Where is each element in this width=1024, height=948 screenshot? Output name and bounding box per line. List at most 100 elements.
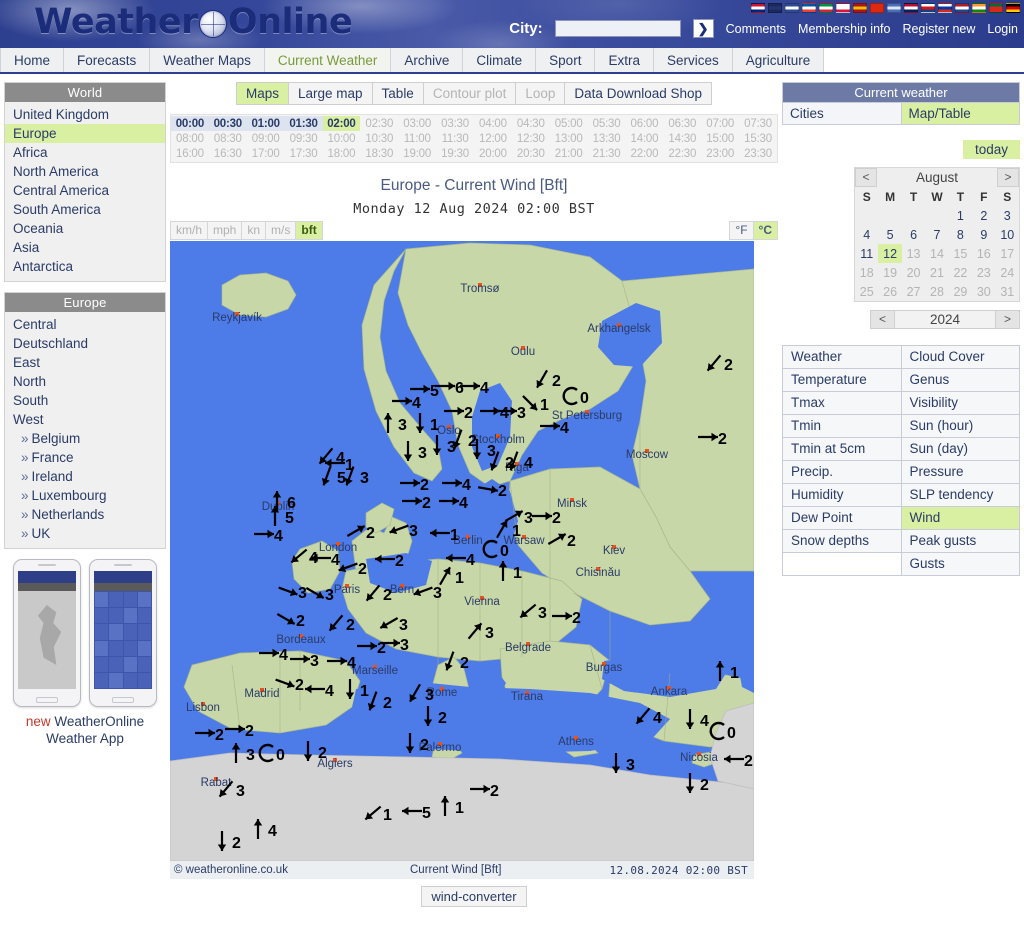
language-flag-strip[interactable] [751,3,1020,13]
world-item-united-kingdom[interactable]: United Kingdom [5,105,165,124]
europe-item-belgium[interactable]: » Belgium [5,429,165,448]
parameter-temperature[interactable]: Temperature [783,369,902,392]
time-cell-1200[interactable]: 12:00 [474,131,512,146]
parameter-visibility[interactable]: Visibility [901,392,1019,415]
nav-item-weather-maps[interactable]: Weather Maps [150,48,265,72]
time-cell-0100[interactable]: 01:00 [246,116,285,131]
temp-unit-celsius[interactable]: °C [753,221,777,239]
calendar-day-6[interactable]: 6 [902,225,925,244]
membership-info-link[interactable]: Membership info [798,22,890,36]
nav-item-home[interactable]: Home [0,48,65,72]
time-cell-1500[interactable]: 15:00 [701,131,740,146]
year-next-button[interactable]: > [995,310,1020,329]
calendar-prev-month-button[interactable]: < [855,168,877,187]
map-tab-data-download-shop[interactable]: Data Download Shop [565,83,712,104]
site-logo[interactable]: Weather Online [34,2,353,42]
time-cell-0730[interactable]: 07:30 [739,116,777,131]
register-new-link[interactable]: Register new [902,22,975,36]
map-tab-table[interactable]: Table [372,83,424,104]
time-cell-0430[interactable]: 04:30 [511,116,550,131]
flag-china[interactable] [870,3,884,13]
temp-unit-fahrenheit[interactable]: °F [730,221,754,239]
europe-item-luxembourg[interactable]: » Luxembourg [5,486,165,505]
parameter-weather[interactable]: Weather [783,346,902,369]
world-item-africa[interactable]: Africa [5,143,165,162]
flag-norway[interactable] [904,3,918,13]
time-cell-1430[interactable]: 14:30 [663,131,702,146]
nav-item-sport[interactable]: Sport [536,48,596,72]
current-weather-tab-cities[interactable]: Cities [783,103,902,124]
parameter-tmin-at-5cm[interactable]: Tmin at 5cm [783,438,902,461]
time-cell-0400[interactable]: 04:00 [474,116,512,131]
parameter-precip[interactable]: Precip. [783,461,902,484]
nav-item-services[interactable]: Services [653,48,733,72]
time-cell-2130[interactable]: 21:30 [587,146,626,161]
parameter-slp-tendency[interactable]: SLP tendency [901,484,1019,507]
flag-italy[interactable] [819,3,833,13]
map-tab-large-map[interactable]: Large map [289,83,373,104]
flag-uk[interactable] [751,3,765,13]
europe-item-west[interactable]: West [5,410,165,429]
time-cell-2030[interactable]: 20:30 [511,146,550,161]
time-cell-1530[interactable]: 15:30 [739,131,777,146]
nav-item-current-weather[interactable]: Current Weather [264,48,392,72]
city-search-submit-button[interactable]: ❯ [692,19,714,38]
today-button[interactable]: today [962,140,1020,159]
time-cell-0800[interactable]: 08:00 [171,131,209,146]
flag-nordic[interactable] [785,3,799,13]
calendar-day-5[interactable]: 5 [878,225,901,244]
time-cell-1730[interactable]: 17:30 [284,146,323,161]
flag-russia[interactable] [938,3,952,13]
nav-item-agriculture[interactable]: Agriculture [732,48,825,72]
speed-unit-bft[interactable]: bft [296,221,322,239]
nav-item-extra[interactable]: Extra [595,48,654,72]
calendar-day-3[interactable]: 3 [996,206,1019,225]
calendar-day-11[interactable]: 11 [855,244,878,263]
time-cell-1000[interactable]: 10:00 [322,131,361,146]
time-cell-0630[interactable]: 06:30 [663,116,702,131]
speed-unit-ms[interactable]: m/s [266,221,297,239]
time-cell-1600[interactable]: 16:00 [171,146,209,161]
europe-item-south[interactable]: South [5,391,165,410]
time-cell-1630[interactable]: 16:30 [208,146,247,161]
weather-app-promo[interactable]: new WeatherOnline Weather App [4,559,166,747]
parameter-gusts[interactable]: Gusts [901,553,1019,576]
parameter-genus[interactable]: Genus [901,369,1019,392]
current-weather-tab-map-table[interactable]: Map/Table [901,103,1019,124]
login-link[interactable]: Login [987,22,1018,36]
europe-item-east[interactable]: East [5,353,165,372]
parameter-sun-hour[interactable]: Sun (hour) [901,415,1019,438]
world-item-europe[interactable]: Europe [5,124,165,143]
time-cell-1100[interactable]: 11:00 [398,131,437,146]
time-cell-2000[interactable]: 20:00 [474,146,512,161]
calendar-day-10[interactable]: 10 [996,225,1019,244]
world-item-antarctica[interactable]: Antarctica [5,257,165,276]
flag-portugal[interactable] [989,3,1003,13]
flag-netherlands[interactable] [955,3,969,13]
world-item-asia[interactable]: Asia [5,238,165,257]
flag-germany[interactable] [1006,3,1020,13]
europe-item-netherlands[interactable]: » Netherlands [5,505,165,524]
year-prev-button[interactable]: < [870,310,895,329]
map-tab-maps[interactable]: Maps [236,83,289,104]
time-cell-0030[interactable]: 00:30 [208,116,247,131]
time-cell-1800[interactable]: 18:00 [322,146,361,161]
parameter-tmin[interactable]: Tmin [783,415,902,438]
time-cell-2100[interactable]: 21:00 [549,146,588,161]
europe-item-central[interactable]: Central [5,315,165,334]
parameter-wind[interactable]: Wind [901,507,1019,530]
world-item-south-america[interactable]: South America [5,200,165,219]
nav-item-forecasts[interactable]: Forecasts [64,48,151,72]
flag-india[interactable] [972,3,986,13]
europe-item-deutschland[interactable]: Deutschland [5,334,165,353]
time-cell-0130[interactable]: 01:30 [284,116,323,131]
time-cell-2200[interactable]: 22:00 [625,146,664,161]
parameter-sun-day[interactable]: Sun (day) [901,438,1019,461]
time-cell-1700[interactable]: 17:00 [246,146,285,161]
time-cell-0000[interactable]: 00:00 [171,116,209,131]
calendar-day-7[interactable]: 7 [925,225,948,244]
speed-unit-kmh[interactable]: km/h [171,221,209,239]
flag-czech[interactable] [921,3,935,13]
parameter-peak-gusts[interactable]: Peak gusts [901,530,1019,553]
speed-unit-kn[interactable]: kn [242,221,267,239]
